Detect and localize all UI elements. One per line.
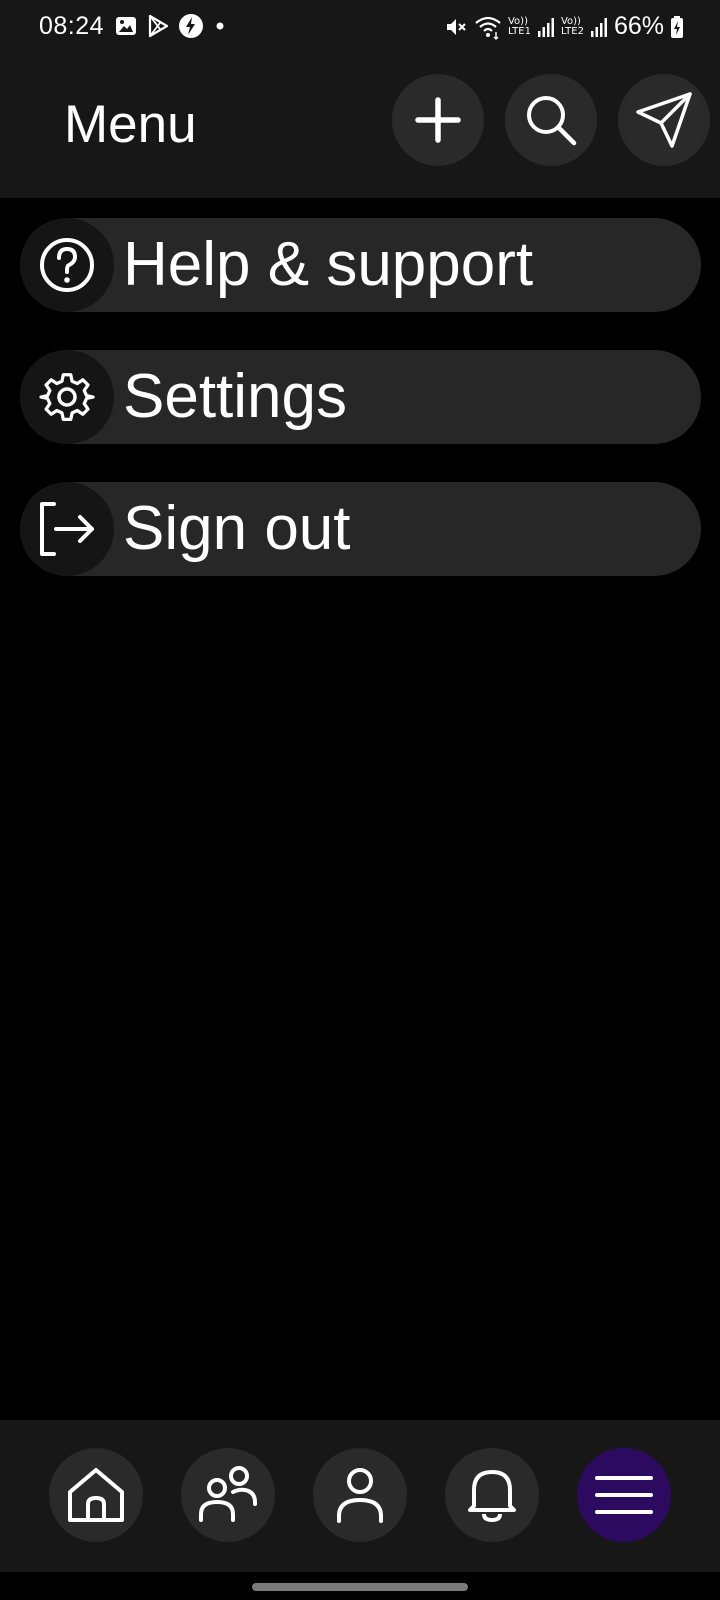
search-icon bbox=[522, 91, 580, 149]
menu-item-label: Sign out bbox=[123, 494, 351, 563]
menu-list: Help & support Settings Sign out bbox=[20, 218, 701, 614]
wifi-icon bbox=[474, 14, 502, 40]
gallery-icon bbox=[114, 14, 138, 38]
help-circle-icon bbox=[38, 236, 96, 294]
sim1-label: Vo)) LTE1 bbox=[507, 15, 531, 37]
nav-menu-button[interactable] bbox=[577, 1448, 671, 1542]
sim1-network: LTE1 bbox=[507, 25, 531, 37]
battery-percent: 66% bbox=[613, 12, 664, 40]
menu-item-sign-out[interactable]: Sign out bbox=[20, 482, 701, 576]
messages-button[interactable] bbox=[618, 74, 710, 166]
gear-icon bbox=[39, 369, 95, 425]
sim2-label: Vo)) LTE2 bbox=[560, 15, 584, 37]
dot-icon bbox=[212, 14, 228, 38]
app-header: Menu bbox=[0, 54, 720, 198]
nav-home-button[interactable] bbox=[49, 1448, 143, 1542]
profile-icon bbox=[335, 1466, 385, 1524]
menu-item-label: Settings bbox=[123, 362, 348, 431]
sim1-volte: Vo)) bbox=[507, 15, 528, 27]
gesture-navigation-bar[interactable] bbox=[252, 1583, 468, 1591]
signal-icon bbox=[590, 16, 608, 38]
menu-item-label: Help & support bbox=[123, 230, 534, 299]
create-post-button[interactable] bbox=[392, 74, 484, 166]
menu-icon bbox=[595, 1474, 653, 1516]
send-icon bbox=[634, 90, 694, 150]
signal-icon bbox=[537, 16, 555, 38]
battery-charging-icon bbox=[670, 15, 684, 39]
page-title: Menu bbox=[64, 95, 197, 154]
mute-icon bbox=[444, 15, 468, 39]
sim2-volte: Vo)) bbox=[560, 15, 581, 27]
status-system-icons: Vo)) LTE1 Vo)) LTE2 66% bbox=[444, 12, 684, 41]
sim2-network: LTE2 bbox=[560, 25, 584, 37]
bell-icon bbox=[464, 1466, 520, 1524]
sign-out-icon bbox=[36, 500, 98, 558]
status-time: 08:24 bbox=[39, 12, 105, 40]
plus-icon bbox=[412, 94, 464, 146]
search-button[interactable] bbox=[505, 74, 597, 166]
home-icon bbox=[66, 1466, 126, 1524]
menu-icon-container bbox=[20, 218, 114, 312]
nav-friends-button[interactable] bbox=[181, 1448, 275, 1542]
flash-app-icon bbox=[178, 13, 204, 39]
friends-icon bbox=[197, 1466, 259, 1524]
nav-profile-button[interactable] bbox=[313, 1448, 407, 1542]
menu-icon-container bbox=[20, 350, 114, 444]
nav-notifications-button[interactable] bbox=[445, 1448, 539, 1542]
menu-icon-container bbox=[20, 482, 114, 576]
menu-screen: 08:24 Vo)) LTE1 Vo)) LTE2 66% Menu Help … bbox=[0, 0, 720, 1600]
status-notification-icons bbox=[114, 13, 228, 39]
menu-item-help-support[interactable]: Help & support bbox=[20, 218, 701, 312]
bottom-navigation bbox=[0, 1420, 720, 1572]
play-store-icon bbox=[146, 14, 170, 38]
status-bar: 08:24 Vo)) LTE1 Vo)) LTE2 66% bbox=[0, 0, 720, 54]
menu-item-settings[interactable]: Settings bbox=[20, 350, 701, 444]
